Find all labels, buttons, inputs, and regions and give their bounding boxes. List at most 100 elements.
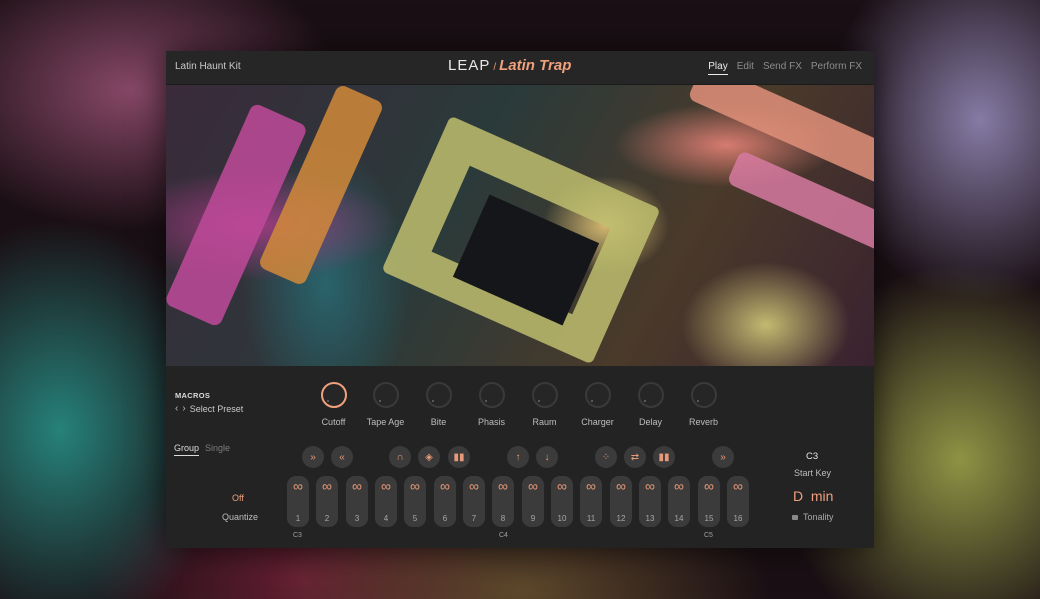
tab-edit[interactable]: Edit (737, 61, 754, 75)
start-key-label: Start Key (794, 468, 832, 478)
pad-3[interactable]: ∞ 3 (346, 476, 368, 527)
tonality-label: Tonality (803, 512, 834, 522)
logo-title: Latin Trap (499, 57, 572, 74)
pad-number: 12 (616, 514, 626, 523)
infinity-icon: ∞ (381, 478, 391, 494)
pad-8[interactable]: ∞ 8 (492, 476, 514, 527)
pad-number: 14 (674, 514, 684, 523)
pad-number: 15 (704, 514, 714, 523)
pad-number: 4 (383, 514, 389, 523)
dial[interactable] (690, 382, 717, 408)
infinity-icon: ∞ (469, 478, 479, 494)
tab-send-fx[interactable]: Send FX (763, 61, 802, 75)
shuffle-button[interactable]: ◈ (418, 446, 440, 468)
pad-10[interactable]: ∞ 10 (551, 476, 573, 527)
quantize-label: Quantize (222, 512, 259, 522)
lock-icon[interactable] (792, 514, 798, 520)
pad-number: 13 (645, 514, 655, 523)
infinity-icon: ∞ (528, 478, 538, 494)
scatter-button[interactable]: ⁘ (595, 446, 617, 468)
tab-single[interactable]: Single (205, 443, 230, 456)
pad-15[interactable]: ∞ 15 (698, 476, 720, 527)
pad-1[interactable]: ∞ 1 (287, 476, 309, 527)
infinity-icon: ∞ (410, 478, 420, 494)
octave-label-c5: C5 (704, 532, 713, 539)
knob-bite[interactable]: Bite (412, 382, 465, 427)
macros-title: MACROS (175, 391, 211, 400)
knob-cutoff[interactable]: Cutoff (307, 382, 360, 427)
pad-number: 1 (295, 514, 301, 523)
arrow-down-button[interactable]: ↓ (536, 446, 558, 468)
chevron-left-icon[interactable]: ‹ (175, 403, 178, 414)
knob-tape-age[interactable]: Tape Age (359, 382, 412, 427)
shuffle-icon: ◈ (425, 451, 433, 463)
infinity-icon: ∞ (704, 478, 714, 494)
bars-button-2[interactable]: ▮▮ (653, 446, 675, 468)
arrow-up-button[interactable]: ↑ (507, 446, 529, 468)
kit-artwork (166, 85, 874, 366)
infinity-icon: ∞ (674, 478, 684, 494)
pad-number: 2 (324, 514, 330, 523)
start-key-value[interactable]: C3 (806, 451, 818, 462)
fast-forward-button[interactable]: » (302, 446, 324, 468)
rewind-icon: « (339, 451, 345, 463)
knob-label: Reverb (688, 417, 718, 427)
tab-group[interactable]: Group (174, 443, 200, 456)
pad-number: 7 (471, 514, 477, 523)
fast-forward-icon: » (310, 451, 316, 463)
infinity-icon: ∞ (733, 478, 743, 494)
knob-reverb[interactable]: Reverb (677, 382, 730, 427)
pad-16[interactable]: ∞ 16 (727, 476, 749, 527)
infinity-icon: ∞ (440, 478, 450, 494)
pad-6[interactable]: ∞ 6 (434, 476, 456, 527)
kit-name: Latin Haunt Kit (175, 61, 241, 72)
knob-delay[interactable]: Delay (624, 382, 677, 427)
knob-label: Charger (581, 417, 614, 427)
pad-4[interactable]: ∞ 4 (375, 476, 397, 527)
rewind-button[interactable]: « (331, 446, 353, 468)
fast-forward-icon: » (720, 451, 726, 463)
pad-5[interactable]: ∞ 5 (404, 476, 426, 527)
fast-forward-button-2[interactable]: » (712, 446, 734, 468)
preset-label[interactable]: Select Preset (190, 404, 244, 414)
octave-label-c3: C3 (293, 532, 302, 539)
dial[interactable] (320, 382, 347, 408)
tab-play[interactable]: Play (708, 61, 728, 75)
pad-number: 9 (530, 514, 536, 523)
dial[interactable] (637, 382, 664, 408)
pad-11[interactable]: ∞ 11 (580, 476, 602, 527)
tonality-row: Tonality (792, 512, 834, 522)
pad-number: 6 (442, 514, 448, 523)
pad-14[interactable]: ∞ 14 (668, 476, 690, 527)
chevron-right-icon[interactable]: › (182, 403, 185, 414)
logo-mark: / (493, 62, 497, 73)
bars-icon: ▮▮ (453, 451, 465, 463)
envelope-button[interactable]: ∩ (389, 446, 411, 468)
dial[interactable] (531, 382, 558, 408)
knob-label: Raum (532, 417, 557, 427)
tab-perform-fx[interactable]: Perform FX (811, 61, 862, 75)
tonality-value[interactable]: D min (793, 488, 833, 504)
pad-7[interactable]: ∞ 7 (463, 476, 485, 527)
dial[interactable] (478, 382, 505, 408)
dial[interactable] (584, 382, 611, 408)
swap-button[interactable]: ⇄ (624, 446, 646, 468)
dial[interactable] (372, 382, 399, 408)
octave-label-c4: C4 (499, 532, 508, 539)
pad-12[interactable]: ∞ 12 (610, 476, 632, 527)
logo: LEAP / Latin Trap (448, 57, 571, 79)
dial[interactable] (425, 382, 452, 408)
mode-tabs: Group Single (174, 443, 230, 456)
quantize-value[interactable]: Off (232, 493, 244, 503)
knob-phasis[interactable]: Phasis (465, 382, 518, 427)
pad-2[interactable]: ∞ 2 (316, 476, 338, 527)
pad-13[interactable]: ∞ 13 (639, 476, 661, 527)
infinity-icon: ∞ (645, 478, 655, 494)
knob-charger[interactable]: Charger (571, 382, 624, 427)
pad-9[interactable]: ∞ 9 (522, 476, 544, 527)
knob-raum[interactable]: Raum (518, 382, 571, 427)
arrow-up-icon: ↑ (515, 451, 521, 463)
infinity-icon: ∞ (498, 478, 508, 494)
bars-button[interactable]: ▮▮ (448, 446, 470, 468)
swap-icon: ⇄ (630, 451, 640, 463)
